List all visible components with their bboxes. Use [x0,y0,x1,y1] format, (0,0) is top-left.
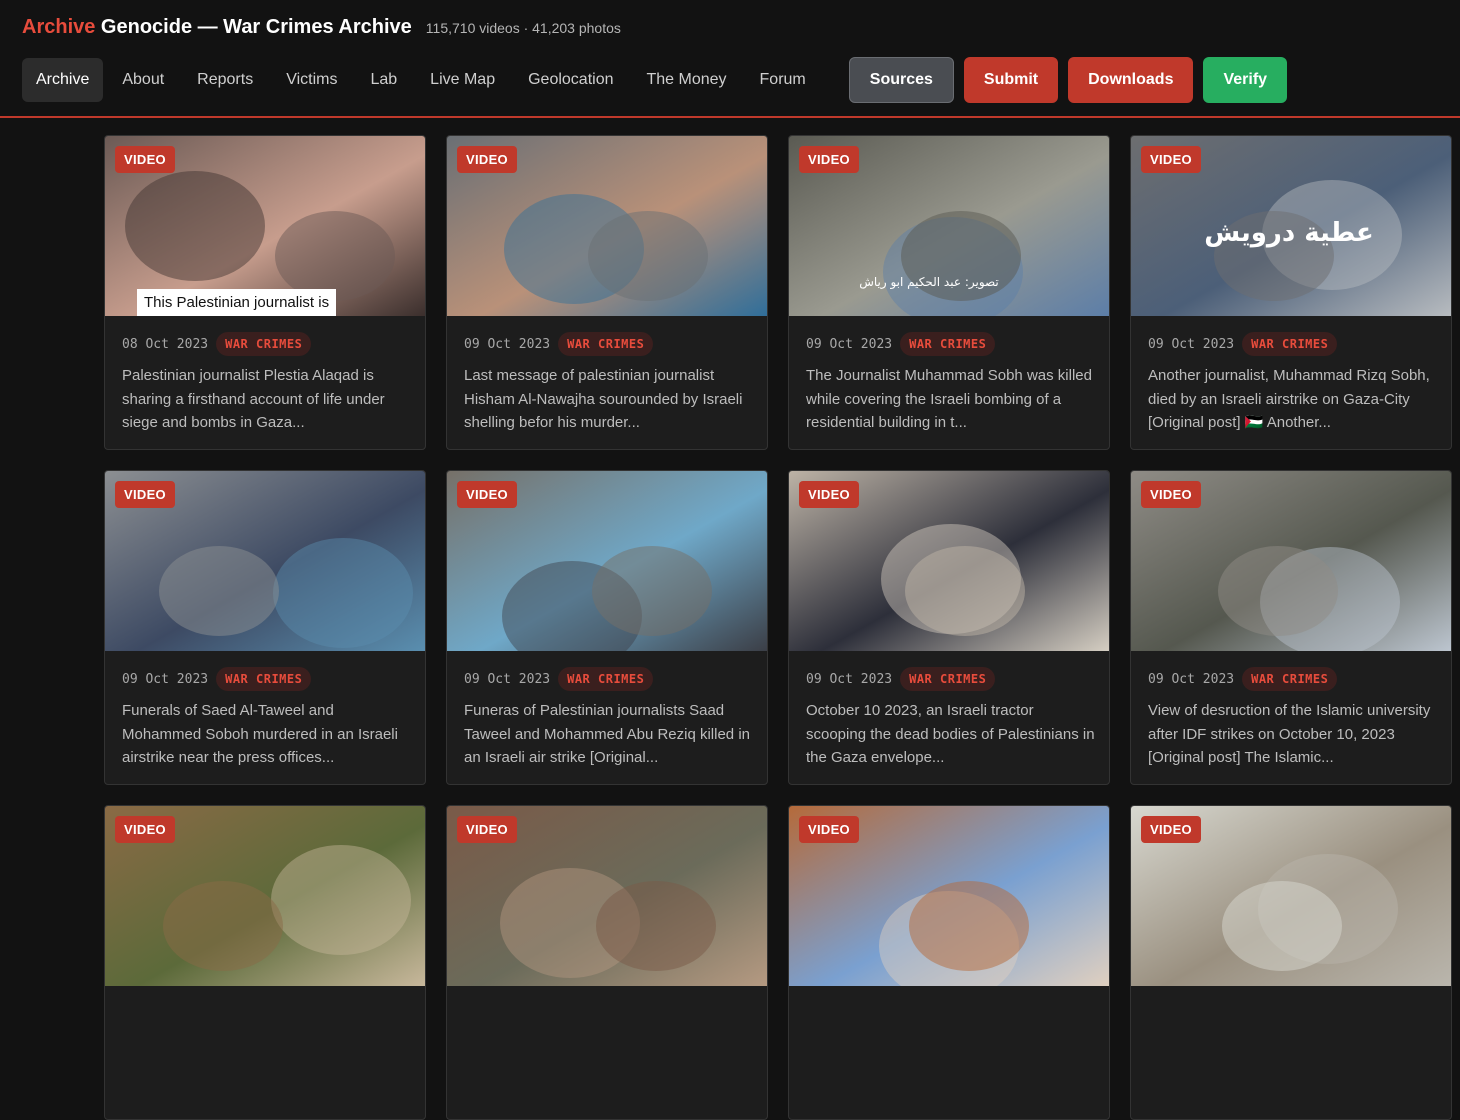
video-thumbnail[interactable]: VIDEO [789,471,1109,651]
category-tag[interactable]: WAR CRIMES [1242,667,1338,691]
video-badge: VIDEO [115,146,175,173]
card-meta: 09 Oct 2023 WAR CRIMES [464,332,654,356]
site-title-accent: Archive [22,16,96,38]
video-badge: VIDEO [115,481,175,508]
card-description: October 10 2023, an Israeli tractor scoo… [806,702,1095,766]
title-row: Archive Genocide — War Crimes Archive 11… [22,16,621,39]
video-thumbnail[interactable]: VIDEO [105,806,425,986]
video-badge: VIDEO [115,816,175,843]
card-date: 09 Oct 2023 [122,671,209,687]
category-tag[interactable]: WAR CRIMES [558,667,654,691]
card-date: 09 Oct 2023 [464,671,551,687]
nav-reports[interactable]: Reports [183,58,267,102]
video-thumbnail[interactable]: VIDEO [789,806,1109,986]
archive-stats: 115,710 videos · 41,203 photos [425,20,621,36]
card-date: 09 Oct 2023 [806,336,893,352]
category-tag[interactable]: WAR CRIMES [216,332,312,356]
card-meta: 08 Oct 2023 WAR CRIMES [122,332,312,356]
video-thumbnail[interactable]: VIDEO [447,136,767,316]
video-badge: VIDEO [799,481,859,508]
media-card[interactable]: VIDEO This Palestinian journalist is 08 Oc… [104,135,426,450]
media-card[interactable]: VIDEO 09 Oct 2023 WAR CRIMES Funeras of Pal… [446,470,768,785]
category-tag[interactable]: WAR CRIMES [900,667,996,691]
video-badge: VIDEO [457,481,517,508]
card-description: Last message of palestinian journalist H… [464,367,743,431]
card-date: 09 Oct 2023 [464,336,551,352]
nav-live-map[interactable]: Live Map [416,58,509,102]
nav-geolocation[interactable]: Geolocation [514,58,627,102]
media-card[interactable]: VIDEO 09 Oct 2023 WAR CRIMES October 10 202… [788,470,1110,785]
card-description: View of desruction of the Islamic univer… [1148,702,1431,766]
verify-button[interactable]: Verify [1203,57,1288,103]
video-thumbnail[interactable]: VIDEO [105,471,425,651]
video-thumbnail[interactable]: VIDEO [1131,471,1451,651]
video-thumbnail[interactable]: VIDEO [1131,806,1451,986]
video-thumbnail[interactable]: عطية درويش VIDEO [1131,136,1451,316]
video-badge: VIDEO [1141,146,1201,173]
thumbnail-subtitle: This Palestinian journalist is [137,289,337,316]
media-card[interactable]: عطية درويش VIDEO 09 Oct 2023 WAR CRIMES Anot… [1130,135,1452,450]
media-card[interactable]: VIDEO 09 Oct 2023 WAR CRIMES View of desruc… [1130,470,1452,785]
card-date: 09 Oct 2023 [806,671,893,687]
card-description: Another journalist, Muhammad Rizq Sobh, … [1148,367,1430,431]
card-meta: 09 Oct 2023 WAR CRIMES [464,667,654,691]
nav-lab[interactable]: Lab [356,58,411,102]
video-thumbnail[interactable]: VIDEO This Palestinian journalist is [105,136,425,316]
card-meta: 09 Oct 2023 WAR CRIMES [806,667,996,691]
card-date: 08 Oct 2023 [122,336,209,352]
card-date: 09 Oct 2023 [1148,336,1235,352]
video-badge: VIDEO [1141,481,1201,508]
card-description: Palestinian journalist Plestia Alaqad is… [122,367,385,431]
card-meta: 09 Oct 2023 WAR CRIMES [1148,667,1338,691]
main-nav: Archive About Reports Victims Lab Live Map Geo… [22,57,1297,103]
sources-button[interactable]: Sources [848,57,954,103]
site-header: Archive Genocide — War Crimes Archive 11… [0,0,1460,118]
video-badge: VIDEO [457,146,517,173]
nav-victims[interactable]: Victims [272,58,351,102]
thumbnail-caption: عطية درويش [1204,218,1374,248]
site-title[interactable]: Archive Genocide — War Crimes Archive [22,16,412,39]
video-thumbnail[interactable]: تصوير: عبد الحكيم ابو رياش VIDEO [789,136,1109,316]
video-thumbnail[interactable]: VIDEO [447,471,767,651]
card-description: Funeras of Palestinian journalists Saad … [464,702,750,766]
media-card[interactable]: VIDEO [446,805,768,1120]
media-card[interactable]: VIDEO 09 Oct 2023 WAR CRIMES Funerals of Sa… [104,470,426,785]
category-tag[interactable]: WAR CRIMES [900,332,996,356]
video-badge: VIDEO [799,816,859,843]
card-description: Funerals of Saed Al-Taweel and Mohammed … [122,702,398,766]
video-thumbnail[interactable]: VIDEO [447,806,767,986]
downloads-button[interactable]: Downloads [1068,57,1194,103]
media-card[interactable]: VIDEO 09 Oct 2023 WAR CRIMES Last message o… [446,135,768,450]
category-tag[interactable]: WAR CRIMES [1242,332,1338,356]
nav-archive[interactable]: Archive [22,58,104,102]
media-card[interactable]: تصوير: عبد الحكيم ابو رياش VIDEO 09 Oct 20… [788,135,1110,450]
card-date: 09 Oct 2023 [1148,671,1235,687]
site-title-rest: Genocide — War Crimes Archive [95,16,412,38]
card-meta: 09 Oct 2023 WAR CRIMES [806,332,996,356]
media-card[interactable]: VIDEO [1130,805,1452,1120]
nav-about[interactable]: About [108,58,178,102]
nav-forum[interactable]: Forum [746,58,820,102]
nav-the-money[interactable]: The Money [632,58,740,102]
card-meta: 09 Oct 2023 WAR CRIMES [1148,332,1338,356]
submit-button[interactable]: Submit [963,57,1059,103]
video-badge: VIDEO [1141,816,1201,843]
video-badge: VIDEO [457,816,517,843]
category-tag[interactable]: WAR CRIMES [216,667,312,691]
category-tag[interactable]: WAR CRIMES [558,332,654,356]
card-meta: 09 Oct 2023 WAR CRIMES [122,667,312,691]
media-card[interactable]: VIDEO [788,805,1110,1120]
thumbnail-caption: تصوير: عبد الحكيم ابو رياش [859,275,999,290]
card-description: The Journalist Muhammad Sobh was killed … [806,367,1092,431]
media-card[interactable]: VIDEO [104,805,426,1120]
video-badge: VIDEO [799,146,859,173]
